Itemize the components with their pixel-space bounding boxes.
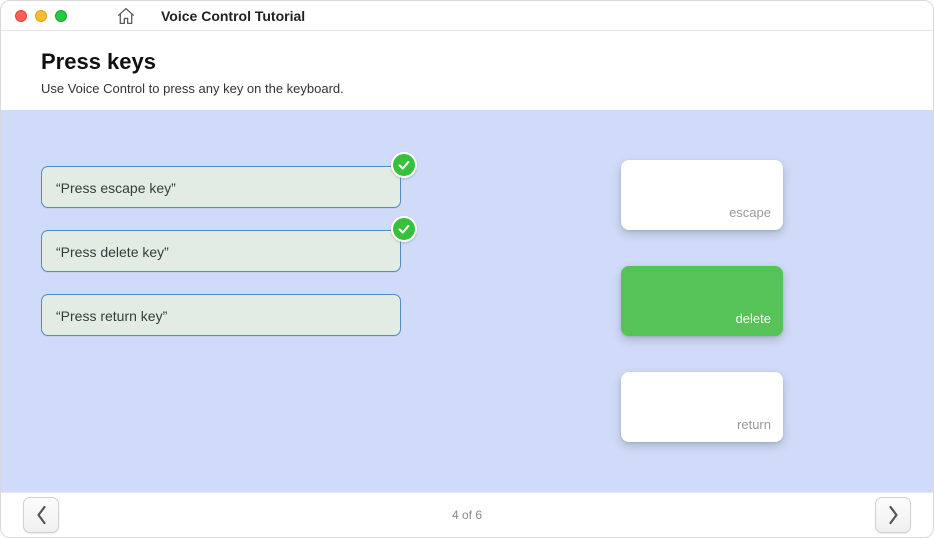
chevron-right-icon xyxy=(887,505,900,525)
window-controls xyxy=(15,10,67,22)
key-label: delete xyxy=(736,311,771,326)
content-panel: “Press escape key” “Press delete key” “P… xyxy=(1,110,933,492)
footer-bar: 4 of 6 xyxy=(1,492,933,537)
page-title: Press keys xyxy=(41,49,893,75)
house-icon xyxy=(116,7,136,25)
command-item-delete: “Press delete key” xyxy=(41,230,403,272)
key-label: escape xyxy=(729,205,771,220)
checkmark-icon xyxy=(391,152,417,178)
command-item-escape: “Press escape key” xyxy=(41,166,403,208)
titlebar: Voice Control Tutorial xyxy=(1,1,933,31)
chevron-left-icon xyxy=(35,505,48,525)
key-escape: escape xyxy=(621,160,783,230)
prev-page-button[interactable] xyxy=(23,497,59,533)
zoom-icon[interactable] xyxy=(55,10,67,22)
page-header: Press keys Use Voice Control to press an… xyxy=(1,31,933,110)
command-item-return: “Press return key” xyxy=(41,294,403,336)
key-return: return xyxy=(621,372,783,442)
key-label: return xyxy=(737,417,771,432)
next-page-button[interactable] xyxy=(875,497,911,533)
command-list: “Press escape key” “Press delete key” “P… xyxy=(41,166,403,336)
window-title: Voice Control Tutorial xyxy=(161,8,305,24)
close-icon[interactable] xyxy=(15,10,27,22)
key-preview-stack: escape delete return xyxy=(621,160,783,442)
page-indicator: 4 of 6 xyxy=(452,508,482,522)
checkmark-icon xyxy=(391,216,417,242)
page-subtitle: Use Voice Control to press any key on th… xyxy=(41,81,893,96)
tutorial-window: Voice Control Tutorial Press keys Use Vo… xyxy=(0,0,934,538)
key-delete: delete xyxy=(621,266,783,336)
command-bubble: “Press escape key” xyxy=(41,166,401,208)
home-button[interactable] xyxy=(111,3,141,29)
command-bubble: “Press delete key” xyxy=(41,230,401,272)
minimize-icon[interactable] xyxy=(35,10,47,22)
command-bubble: “Press return key” xyxy=(41,294,401,336)
